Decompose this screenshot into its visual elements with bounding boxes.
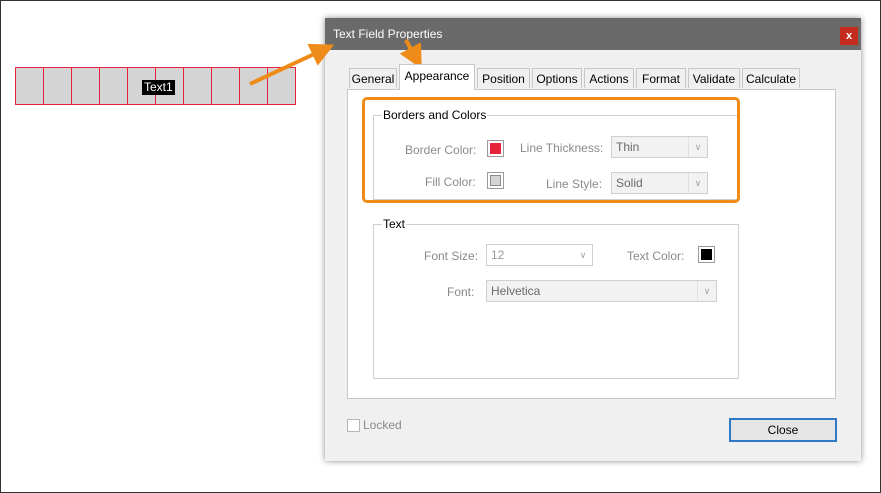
annotation-arrow-to-appearance-tab bbox=[399, 39, 422, 70]
annotation-arrow-to-dialog bbox=[249, 43, 335, 86]
tab-appearance[interactable]: Appearance bbox=[399, 64, 475, 90]
